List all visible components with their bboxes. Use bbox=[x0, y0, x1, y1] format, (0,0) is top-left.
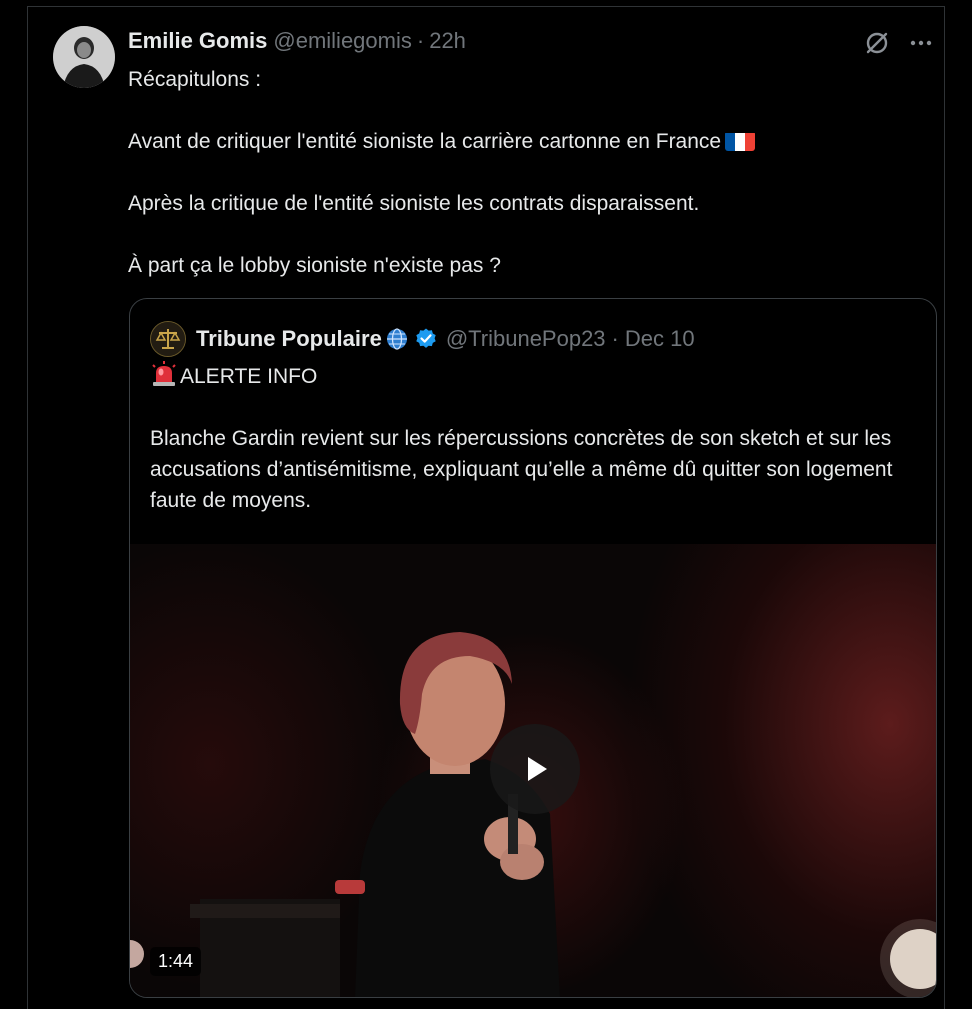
slashed-circle-icon[interactable] bbox=[864, 30, 890, 56]
play-icon bbox=[528, 757, 547, 781]
tweet-text: Récapitulons : Avant de critiquer l'enti… bbox=[128, 64, 908, 281]
quoted-author-avatar[interactable] bbox=[150, 321, 186, 357]
video-duration: 1:44 bbox=[150, 947, 202, 976]
quoted-tweet-text: ALERTE INFO Blanche Gardin revient sur l… bbox=[150, 361, 920, 516]
author-handle[interactable]: @emiliegomis bbox=[273, 28, 411, 54]
more-dots-icon[interactable] bbox=[908, 30, 934, 56]
tweet-line-1: Récapitulons : bbox=[128, 68, 262, 91]
quoted-tweet-time[interactable]: Dec 10 bbox=[625, 326, 695, 352]
video-player[interactable]: 1:44 bbox=[130, 544, 936, 997]
tweet-line-4: À part ça le lobby sioniste n'existe pas… bbox=[128, 254, 501, 277]
header-separator: · bbox=[416, 28, 425, 53]
quoted-author-handle[interactable]: @TribunePop23 bbox=[446, 326, 606, 352]
author-name[interactable]: Emilie Gomis bbox=[128, 28, 267, 54]
tweet-line-2: Avant de critiquer l'entité sioniste la … bbox=[128, 126, 908, 157]
verified-badge-icon bbox=[416, 328, 436, 348]
author-avatar[interactable] bbox=[53, 26, 115, 88]
quoted-header-separator: · bbox=[611, 326, 619, 351]
quoted-author-name[interactable]: Tribune Populaire bbox=[196, 326, 382, 352]
alert-line: ALERTE INFO bbox=[150, 361, 920, 392]
quoted-tweet-header: Tribune Populaire @TribunePop23 · Dec 10 bbox=[150, 321, 695, 357]
quoted-body: Blanche Gardin revient sur les répercuss… bbox=[150, 427, 893, 512]
quoted-tweet[interactable]: Tribune Populaire @TribunePop23 · Dec 10… bbox=[129, 298, 937, 998]
france-flag-icon bbox=[725, 131, 756, 151]
globe-icon bbox=[386, 328, 407, 350]
play-button[interactable] bbox=[490, 724, 580, 814]
tweet-time[interactable]: 22h bbox=[429, 28, 466, 54]
tweet-actions-top bbox=[864, 30, 934, 56]
tweet-line-3: Après la critique de l'entité sioniste l… bbox=[128, 192, 700, 215]
tweet-header: Emilie Gomis @emiliegomis · 22h bbox=[128, 28, 466, 56]
siren-icon bbox=[152, 361, 176, 386]
